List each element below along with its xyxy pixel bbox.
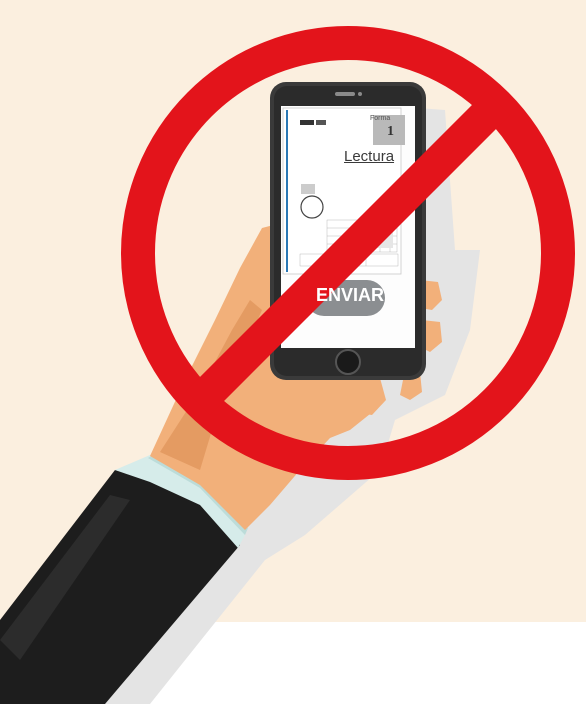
- phone-speaker: [335, 92, 355, 96]
- phone-camera: [358, 92, 362, 96]
- form-label: Forma: [370, 115, 391, 122]
- illustration-canvas: Forma 1 Lectura ENVIAR: [0, 0, 586, 704]
- form-number: 1: [387, 124, 394, 139]
- send-button[interactable]: ENVIAR: [316, 285, 384, 306]
- home-button: [335, 349, 361, 375]
- illustration-svg: [0, 0, 586, 704]
- document-title: Lectura: [344, 148, 395, 165]
